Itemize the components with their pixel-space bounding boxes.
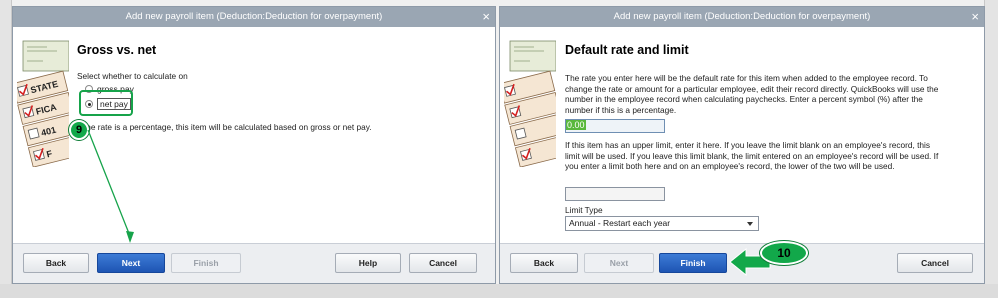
limit-type-label: Limit Type [565, 205, 603, 215]
background-window-edge-left [0, 0, 12, 298]
limit-description: If this item has an upper limit, enter i… [565, 140, 939, 171]
limit-type-select[interactable]: Annual - Restart each year [565, 216, 759, 231]
close-icon[interactable]: × [482, 7, 490, 27]
finish-button[interactable]: Finish [659, 253, 727, 273]
background-window-edge-bottom [0, 284, 998, 298]
payroll-item-dialog-default-rate-and-limit: Add new payroll item (Deduction:Deductio… [499, 6, 985, 284]
finish-button[interactable]: Finish [171, 253, 241, 273]
dialog-footer: Back Next Finish Help Cancel [13, 243, 495, 283]
dialog-title: Add new payroll item (Deduction:Deductio… [125, 11, 383, 22]
next-button[interactable]: Next [97, 253, 165, 273]
close-icon[interactable]: × [971, 7, 979, 27]
dialog-footer: Back Next Finish Cancel [500, 243, 984, 283]
help-button[interactable]: Help [335, 253, 401, 273]
payroll-forms-illustration [504, 37, 556, 167]
next-button[interactable]: Next [584, 253, 654, 273]
back-button[interactable]: Back [23, 253, 89, 273]
default-rate-description: The rate you enter here will be the defa… [565, 73, 939, 115]
limit-input[interactable] [566, 188, 664, 200]
calculation-prompt: Select whether to calculate on [77, 71, 188, 81]
default-rate-value: 0.00 [566, 120, 586, 130]
dialog-title: Add new payroll item (Deduction:Deductio… [613, 11, 871, 22]
rate-calculation-note: If the rate is a percentage, this item w… [77, 122, 372, 132]
payroll-forms-illustration: STATE FICA 401 F [17, 37, 69, 167]
net-pay-highlight-callout [79, 90, 133, 116]
step-number-badge-10: 10 [760, 241, 808, 265]
chevron-down-icon [747, 222, 753, 226]
back-button[interactable]: Back [510, 253, 578, 273]
background-window-edge-right [984, 0, 998, 298]
cancel-button[interactable]: Cancel [897, 253, 973, 273]
payroll-item-dialog-gross-vs-net: Add new payroll item (Deduction:Deductio… [12, 6, 496, 284]
dialog-titlebar: Add new payroll item (Deduction:Deductio… [500, 7, 984, 27]
limit-type-selected-value: Annual - Restart each year [569, 218, 671, 228]
step-number-badge-9: 9 [69, 120, 89, 140]
limit-field[interactable] [565, 187, 665, 201]
default-rate-field[interactable]: 0.00 [565, 119, 665, 133]
step-title: Gross vs. net [77, 43, 157, 57]
dialog-titlebar: Add new payroll item (Deduction:Deductio… [13, 7, 495, 27]
step-title: Default rate and limit [565, 43, 689, 57]
cancel-button[interactable]: Cancel [409, 253, 477, 273]
